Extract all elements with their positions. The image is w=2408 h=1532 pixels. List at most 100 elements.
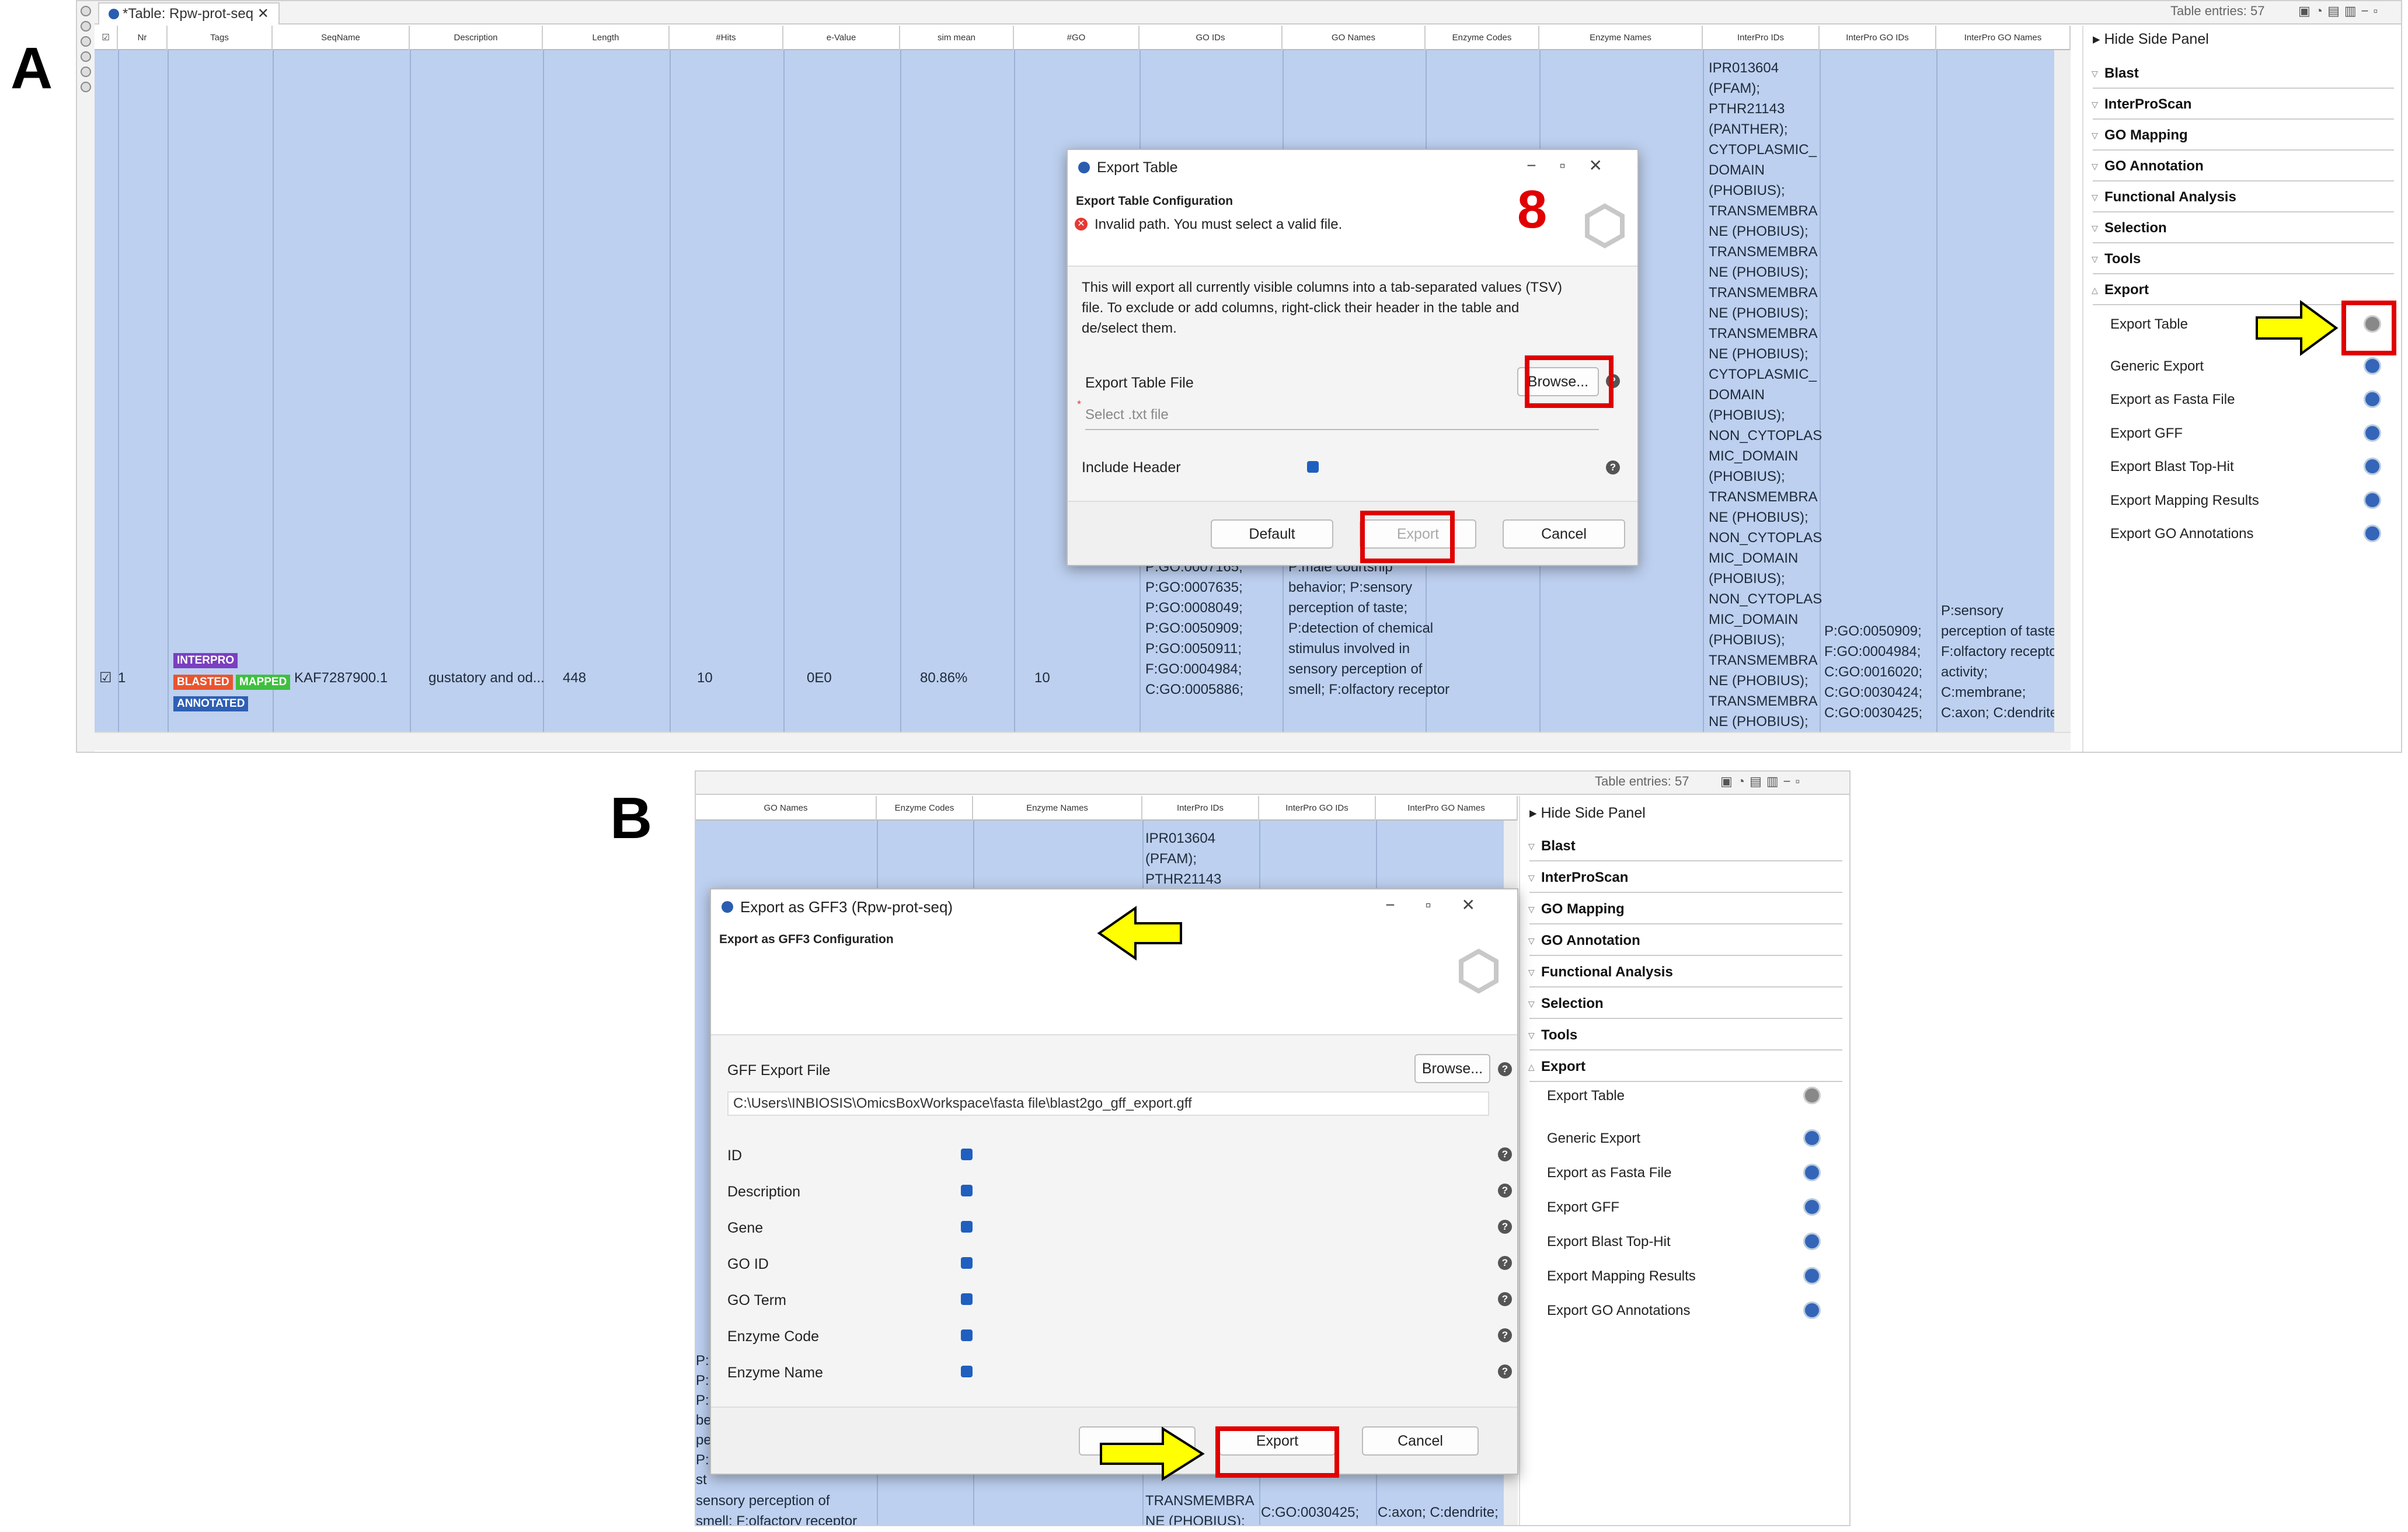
- help-icon[interactable]: ?: [1498, 1292, 1512, 1306]
- column-header[interactable]: Enzyme Names: [973, 796, 1142, 821]
- option-checkbox[interactable]: [961, 1185, 973, 1196]
- side-section-selection[interactable]: Selection: [2092, 214, 2394, 243]
- column-header[interactable]: #Hits: [670, 26, 783, 50]
- side-section-functional-analysis[interactable]: Functional Analysis: [2092, 183, 2394, 212]
- column-header[interactable]: InterPro GO IDs: [1259, 796, 1376, 821]
- side-section-go-mapping[interactable]: GO Mapping: [1528, 895, 1842, 924]
- column-header[interactable]: InterPro IDs: [1142, 796, 1259, 821]
- column-header[interactable]: e-Value: [783, 26, 900, 50]
- run-button-icon[interactable]: [2364, 525, 2381, 542]
- gff-file-input[interactable]: C:\Users\INBIOSIS\OmicsBoxWorkspace\fast…: [727, 1091, 1489, 1116]
- run-button-icon[interactable]: [1803, 1164, 1821, 1181]
- column-header[interactable]: GO Names: [696, 796, 877, 821]
- column-header[interactable]: Enzyme Names: [1539, 26, 1703, 50]
- column-header[interactable]: GO IDs: [1139, 26, 1283, 50]
- side-item-export-gff[interactable]: Export GFF: [1547, 1199, 1619, 1216]
- help-icon[interactable]: ?: [1498, 1062, 1512, 1076]
- browse-button[interactable]: Browse...: [1414, 1054, 1490, 1083]
- side-item-export-mapping-results[interactable]: Export Mapping Results: [1547, 1268, 1696, 1285]
- horizontal-scrollbar[interactable]: [95, 732, 2071, 751]
- run-button-icon[interactable]: [1803, 1198, 1821, 1216]
- export-file-input[interactable]: Select .txt file: [1085, 407, 1599, 430]
- header-select-all[interactable]: ☑: [95, 26, 118, 50]
- help-icon[interactable]: ?: [1498, 1147, 1512, 1161]
- side-section-blast[interactable]: Blast: [2092, 60, 2394, 89]
- table-tab[interactable]: *Table: Rpw-prot-seq ✕: [98, 2, 280, 25]
- column-header[interactable]: SeqName: [273, 26, 410, 50]
- side-item-export-go-annotations[interactable]: Export GO Annotations: [1547, 1303, 1690, 1319]
- run-button-icon[interactable]: [1803, 1233, 1821, 1250]
- side-section-blast[interactable]: Blast: [1528, 832, 1842, 861]
- cancel-button[interactable]: Cancel: [1503, 519, 1625, 549]
- column-divider: [1820, 50, 1821, 732]
- column-header[interactable]: Nr: [118, 26, 168, 50]
- column-header[interactable]: GO Names: [1283, 26, 1426, 50]
- side-item-generic-export[interactable]: Generic Export: [2110, 358, 2204, 375]
- option-checkbox[interactable]: [961, 1257, 973, 1269]
- run-button-icon[interactable]: [1803, 1267, 1821, 1285]
- vertical-scrollbar[interactable]: [2054, 50, 2071, 732]
- run-button-icon[interactable]: [1803, 1129, 1821, 1147]
- help-icon[interactable]: ?: [1606, 460, 1620, 474]
- column-header[interactable]: Tags: [168, 26, 273, 50]
- option-checkbox[interactable]: [961, 1329, 973, 1341]
- side-section-go-mapping[interactable]: GO Mapping: [2092, 121, 2394, 151]
- help-icon[interactable]: ?: [1498, 1328, 1512, 1342]
- help-icon[interactable]: ?: [1498, 1184, 1512, 1198]
- side-item-export-blast-top-hit[interactable]: Export Blast Top-Hit: [1547, 1234, 1671, 1250]
- side-section-go-annotation[interactable]: GO Annotation: [2092, 152, 2394, 182]
- side-item-generic-export[interactable]: Generic Export: [1547, 1130, 1640, 1147]
- row-checkbox[interactable]: ☑: [99, 668, 112, 688]
- default-button[interactable]: Default: [1211, 519, 1333, 549]
- side-item-export-gff[interactable]: Export GFF: [2110, 425, 2183, 442]
- cancel-button[interactable]: Cancel: [1362, 1426, 1479, 1456]
- hide-side-panel[interactable]: ▸ Hide Side Panel: [1529, 804, 1646, 822]
- side-section-go-annotation[interactable]: GO Annotation: [1528, 927, 1842, 956]
- side-item-export-as-fasta-file[interactable]: Export as Fasta File: [1547, 1165, 1671, 1181]
- column-header[interactable]: Enzyme Codes: [877, 796, 973, 821]
- column-header[interactable]: Length: [543, 26, 670, 50]
- run-button-icon[interactable]: [2364, 357, 2381, 375]
- column-header[interactable]: InterPro GO Names: [1376, 796, 1518, 821]
- column-header[interactable]: InterPro GO Names: [1936, 26, 2071, 50]
- hide-side-panel[interactable]: ▸ Hide Side Panel: [2093, 30, 2209, 48]
- column-header[interactable]: InterPro GO IDs: [1820, 26, 1936, 50]
- option-checkbox[interactable]: [961, 1366, 973, 1377]
- side-item-export-go-annotations[interactable]: Export GO Annotations: [2110, 526, 2253, 542]
- column-header[interactable]: sim mean: [900, 26, 1014, 50]
- window-controls[interactable]: −▫✕: [1385, 895, 1506, 915]
- window-controls[interactable]: −▫✕: [1527, 156, 1626, 175]
- column-header[interactable]: Enzyme Codes: [1426, 26, 1539, 50]
- side-item-export-as-fasta-file[interactable]: Export as Fasta File: [2110, 392, 2235, 408]
- side-item-export-blast-top-hit[interactable]: Export Blast Top-Hit: [2110, 459, 2234, 475]
- run-button-icon[interactable]: [2364, 491, 2381, 509]
- run-button-icon[interactable]: [1803, 1087, 1821, 1104]
- column-header[interactable]: InterPro IDs: [1703, 26, 1820, 50]
- side-section-tools[interactable]: Tools: [2092, 245, 2394, 274]
- side-section-export[interactable]: Export: [1528, 1053, 1842, 1082]
- run-button-icon[interactable]: [1803, 1301, 1821, 1319]
- table-toolbar-icons[interactable]: ▣◔▤▥−▫: [1720, 774, 1804, 789]
- run-button-icon[interactable]: [2364, 424, 2381, 442]
- run-button-icon[interactable]: [2364, 458, 2381, 475]
- help-icon[interactable]: ?: [1498, 1365, 1512, 1379]
- table-toolbar-icons[interactable]: ▣◔▤▥−▫: [2298, 4, 2382, 19]
- side-item-export-table[interactable]: Export Table: [2110, 316, 2188, 333]
- column-header[interactable]: Description: [410, 26, 543, 50]
- help-icon[interactable]: ?: [1498, 1256, 1512, 1270]
- side-section-selection[interactable]: Selection: [1528, 990, 1842, 1019]
- option-checkbox[interactable]: [961, 1149, 973, 1160]
- side-item-export-mapping-results[interactable]: Export Mapping Results: [2110, 493, 2259, 509]
- side-section-interproscan[interactable]: InterProScan: [2092, 90, 2394, 120]
- side-section-interproscan[interactable]: InterProScan: [1528, 864, 1842, 893]
- side-section-tools[interactable]: Tools: [1528, 1021, 1842, 1051]
- include-header-checkbox[interactable]: [1307, 461, 1319, 473]
- run-button-icon[interactable]: [2364, 390, 2381, 408]
- option-checkbox[interactable]: [961, 1221, 973, 1233]
- column-header[interactable]: #GO: [1014, 26, 1139, 50]
- option-checkbox[interactable]: [961, 1293, 973, 1305]
- side-item-export-table[interactable]: Export Table: [1547, 1088, 1625, 1104]
- help-icon[interactable]: ?: [1498, 1220, 1512, 1234]
- close-icon[interactable]: ✕: [257, 6, 269, 22]
- side-section-functional-analysis[interactable]: Functional Analysis: [1528, 958, 1842, 987]
